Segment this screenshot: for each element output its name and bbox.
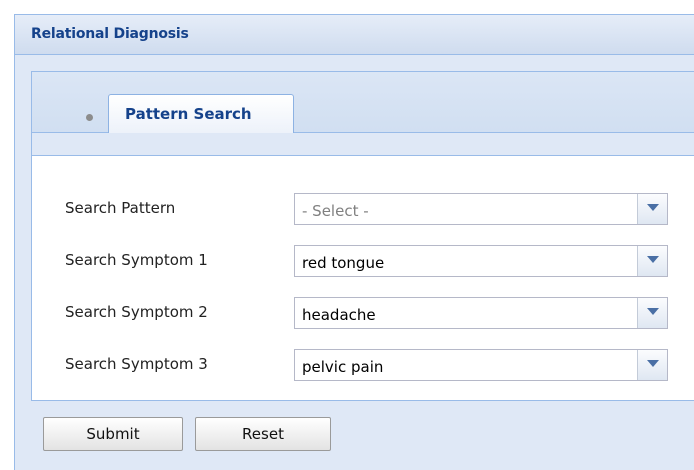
- search-symptom-2-select[interactable]: headache: [294, 297, 668, 329]
- submit-button[interactable]: Submit: [43, 417, 183, 451]
- search-symptom-3-label: Search Symptom 3: [65, 355, 208, 373]
- search-pattern-dropdown-button[interactable]: [637, 194, 667, 224]
- chevron-down-icon: [647, 308, 659, 315]
- search-symptom-1-select[interactable]: red tongue: [294, 245, 668, 277]
- search-symptom-2-dropdown-button[interactable]: [637, 298, 667, 328]
- search-symptom-1-value: red tongue: [302, 254, 385, 272]
- search-pattern-label: Search Pattern: [65, 199, 176, 217]
- reset-button[interactable]: Reset: [195, 417, 331, 451]
- tab-strip-base: [32, 132, 694, 155]
- chevron-down-icon: [647, 256, 659, 263]
- chevron-down-icon: [647, 204, 659, 211]
- dot-icon: [86, 114, 93, 121]
- window-title: Relational Diagnosis: [31, 26, 189, 42]
- search-symptom-2-row: Search Symptom 2 headache: [32, 297, 694, 329]
- form-panel: Pattern Search Search Pattern - Select -…: [31, 71, 694, 401]
- search-pattern-select[interactable]: - Select -: [294, 193, 668, 225]
- tab-pattern-search[interactable]: Pattern Search: [108, 94, 294, 133]
- window-titlebar: Relational Diagnosis: [15, 15, 694, 55]
- search-symptom-1-row: Search Symptom 1 red tongue: [32, 245, 694, 277]
- search-symptom-1-label: Search Symptom 1: [65, 251, 208, 269]
- search-symptom-2-label: Search Symptom 2: [65, 303, 208, 321]
- tab-label: Pattern Search: [125, 105, 252, 123]
- relational-diagnosis-window: Relational Diagnosis Pattern Search Sear…: [14, 14, 694, 470]
- search-symptom-3-value: pelvic pain: [302, 358, 384, 376]
- search-pattern-row: Search Pattern - Select -: [32, 193, 694, 225]
- search-symptom-3-row: Search Symptom 3 pelvic pain: [32, 349, 694, 381]
- search-pattern-value: - Select -: [302, 202, 369, 220]
- search-symptom-1-dropdown-button[interactable]: [637, 246, 667, 276]
- search-symptom-2-value: headache: [302, 306, 376, 324]
- tab-strip: Pattern Search: [32, 72, 694, 156]
- search-symptom-3-dropdown-button[interactable]: [637, 350, 667, 380]
- chevron-down-icon: [647, 360, 659, 367]
- search-symptom-3-select[interactable]: pelvic pain: [294, 349, 668, 381]
